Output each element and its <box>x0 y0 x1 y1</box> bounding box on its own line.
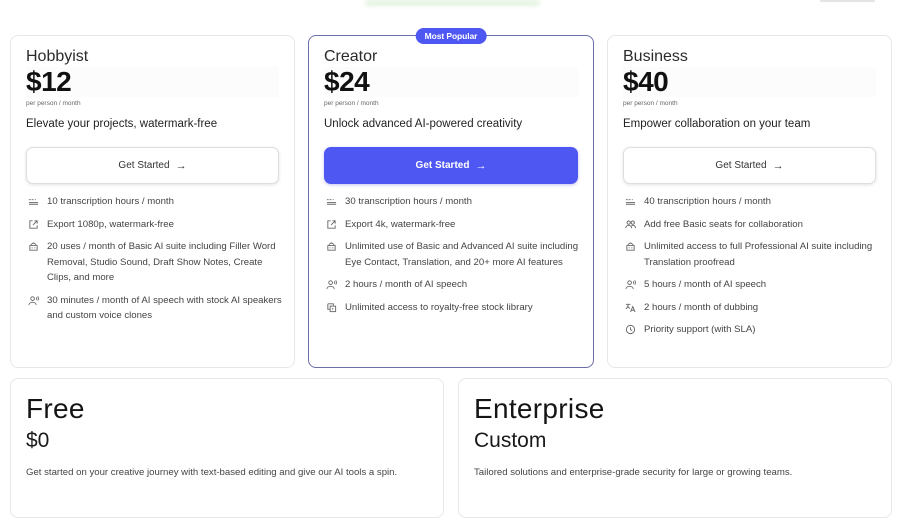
plan-card-enterprise: Enterprise Custom Tailored solutions and… <box>458 378 892 518</box>
feature-text: 40 transcription hours / month <box>644 196 771 207</box>
export-icon <box>26 219 40 231</box>
feature-item: 40 transcription hours / month <box>623 196 879 210</box>
plan-description: Tailored solutions and enterprise-grade … <box>474 467 793 478</box>
feature-text: 10 transcription hours / month <box>47 196 174 207</box>
top-banner-fade <box>365 0 540 6</box>
feature-item: Priority support (with SLA) <box>623 324 879 338</box>
plan-name: Enterprise <box>474 393 605 424</box>
price-period: per person / month <box>623 100 678 107</box>
feature-item: 2 hours / month of AI speech <box>324 279 581 293</box>
stock-library-icon <box>324 302 338 314</box>
feature-text: Unlimited access to full Professional AI… <box>644 241 873 268</box>
feature-item: Unlimited access to full Professional AI… <box>623 241 879 270</box>
feature-item: 20 uses / month of Basic AI suite includ… <box>26 241 282 286</box>
feature-item: 2 hours / month of dubbing <box>623 302 879 316</box>
arrow-right-icon: → <box>175 159 187 172</box>
plan-tagline: Unlock advanced AI-powered creativity <box>324 118 523 130</box>
feature-item: 30 minutes / month of AI speech with sto… <box>26 295 282 324</box>
feature-text: Add free Basic seats for collaboration <box>644 218 803 230</box>
plan-card-creator: Most Popular Creator $24 per person / mo… <box>308 28 594 368</box>
cta-label: Get Started <box>715 160 767 171</box>
seats-icon <box>623 219 637 231</box>
feature-text: 20 uses / month of Basic AI suite includ… <box>47 241 276 283</box>
get-started-button-hobbyist[interactable]: Get Started → <box>26 147 279 184</box>
cta-label: Get Started <box>415 160 470 171</box>
feature-text: Priority support (with SLA) <box>644 324 756 335</box>
price-period: per person / month <box>324 100 379 107</box>
ai-suite-icon <box>26 241 40 253</box>
feature-list: 40 transcription hours / month Add free … <box>623 196 879 347</box>
feature-text: Unlimited use of Basic and Advanced AI s… <box>345 241 579 268</box>
ai-speech-icon <box>26 295 40 307</box>
ai-suite-icon <box>324 241 338 253</box>
feature-text: 30 transcription hours / month <box>345 196 472 207</box>
feature-text: Export 1080p, watermark-free <box>47 218 174 230</box>
feature-text: 2 hours / month of AI speech <box>345 279 468 290</box>
feature-text: Export 4k, watermark-free <box>345 218 456 230</box>
feature-item: Unlimited use of Basic and Advanced AI s… <box>324 241 581 270</box>
ai-suite-icon <box>623 241 637 253</box>
price-area: $12 <box>26 67 279 97</box>
plan-price: $24 <box>324 66 370 97</box>
transcription-icon <box>26 196 40 208</box>
plan-price: Custom <box>474 429 547 452</box>
arrow-right-icon: → <box>772 159 784 172</box>
clock-icon <box>623 324 637 336</box>
plan-tagline: Elevate your projects, watermark-free <box>26 118 218 130</box>
price-area: $24 <box>324 67 578 97</box>
feature-text: 2 hours / month of dubbing <box>644 301 759 313</box>
feature-list: 30 transcription hours / month Export 4k… <box>324 196 581 324</box>
plan-name: Business <box>623 48 688 65</box>
get-started-button-creator[interactable]: Get Started → <box>324 147 578 184</box>
feature-item: Export 1080p, watermark-free <box>26 219 282 233</box>
feature-list: 10 transcription hours / month Export 10… <box>26 196 282 333</box>
get-started-button-business[interactable]: Get Started → <box>623 147 876 184</box>
plan-card-free: Free $0 Get started on your creative jou… <box>10 378 444 518</box>
price-area: $40 <box>623 67 876 97</box>
feature-text: Unlimited access to royalty-free stock l… <box>345 301 533 313</box>
feature-item: Unlimited access to royalty-free stock l… <box>324 302 581 316</box>
plan-tagline: Empower collaboration on your team <box>623 118 811 130</box>
plan-name: Hobbyist <box>26 48 89 65</box>
dubbing-icon <box>623 302 637 314</box>
plan-name: Free <box>26 393 85 424</box>
feature-text: 30 minutes / month of AI speech with sto… <box>47 294 282 322</box>
plan-name: Creator <box>324 48 378 65</box>
plan-price: $40 <box>623 66 669 97</box>
feature-item: Add free Basic seats for collaboration <box>623 219 879 233</box>
feature-item: 10 transcription hours / month <box>26 196 282 210</box>
plan-description: Get started on your creative journey wit… <box>26 467 398 478</box>
ai-speech-icon <box>623 279 637 291</box>
feature-item: Export 4k, watermark-free <box>324 219 581 233</box>
price-period: per person / month <box>26 100 81 107</box>
feature-text: 5 hours / month of AI speech <box>644 279 767 290</box>
top-right-control-fade <box>820 0 875 2</box>
transcription-icon <box>324 196 338 208</box>
plan-card-hobbyist: Hobbyist $12 per person / month Elevate … <box>10 35 295 368</box>
export-icon <box>324 219 338 231</box>
plan-card-business: Business $40 per person / month Empower … <box>607 35 892 368</box>
cta-label: Get Started <box>118 160 170 171</box>
feature-item: 30 transcription hours / month <box>324 196 581 210</box>
ai-speech-icon <box>324 279 338 291</box>
most-popular-badge: Most Popular <box>415 28 487 44</box>
transcription-icon <box>623 196 637 208</box>
plan-price: $12 <box>26 66 72 97</box>
arrow-right-icon: → <box>475 159 487 172</box>
plan-price: $0 <box>26 429 50 452</box>
feature-item: 5 hours / month of AI speech <box>623 279 879 293</box>
